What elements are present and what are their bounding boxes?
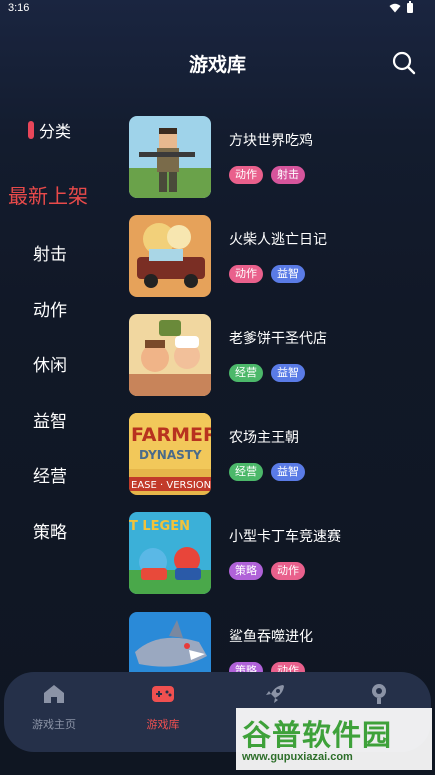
- game-thumbnail[interactable]: T LEGEN: [129, 512, 211, 594]
- game-tags: 经营 益智: [229, 463, 305, 481]
- sidebar-item-strategy[interactable]: 策略: [0, 518, 100, 543]
- game-tag: 策略: [229, 562, 263, 580]
- game-item[interactable]: 老爹饼干圣代店 经营 益智: [129, 314, 419, 396]
- sidebar-item-puzzle[interactable]: 益智: [0, 407, 100, 432]
- game-thumbnail[interactable]: [129, 116, 211, 198]
- game-tag: 动作: [229, 166, 263, 184]
- game-name: 鲨鱼吞噬进化: [229, 629, 313, 645]
- watermark-title: 谷普软件园: [242, 718, 393, 752]
- category-header: 分类: [28, 118, 71, 142]
- watermark: 谷普软件园 www.gupuxiazai.com: [236, 708, 432, 770]
- sidebar-item-management[interactable]: 经营: [0, 462, 100, 487]
- game-thumbnail[interactable]: [129, 314, 211, 396]
- game-item[interactable]: T LEGEN 小型卡丁车竞速赛 策略 动作: [129, 512, 419, 594]
- nav-library[interactable]: 游戏库: [118, 682, 208, 732]
- home-icon: [44, 685, 64, 703]
- game-thumbnail[interactable]: [129, 215, 211, 297]
- search-icon[interactable]: [391, 50, 417, 76]
- farmer-title-text: FARMER: [131, 424, 211, 446]
- game-tag: 经营: [229, 364, 263, 382]
- game-tags: 动作 益智: [229, 265, 305, 283]
- game-item[interactable]: 方块世界吃鸡 动作 射击: [129, 116, 419, 198]
- sidebar-item-casual[interactable]: 休闲: [0, 351, 100, 376]
- category-header-label: 分类: [39, 122, 72, 141]
- nav-library-label: 游戏库: [146, 718, 180, 731]
- game-tags: 策略 动作: [229, 562, 305, 580]
- category-marker: [28, 121, 34, 139]
- game-tag: 动作: [229, 265, 263, 283]
- game-tag: 动作: [271, 562, 305, 580]
- watermark-url: www.gupuxiazai.com: [242, 751, 353, 763]
- farmer-subtitle-text: DYNASTY: [139, 448, 202, 462]
- status-time: 3:16: [8, 2, 30, 14]
- sidebar-item-shooting[interactable]: 射击: [0, 240, 100, 265]
- game-item[interactable]: 火柴人逃亡日记 动作 益智: [129, 215, 419, 297]
- game-tags: 经营 益智: [229, 364, 305, 382]
- kart-title-text: T LEGEN: [129, 519, 190, 534]
- battery-icon: [407, 1, 413, 13]
- rocket-icon: [266, 685, 284, 703]
- game-name: 火柴人逃亡日记: [229, 232, 327, 248]
- game-tag: 益智: [271, 265, 305, 283]
- profile-icon: [372, 684, 386, 704]
- game-library-screen: 3:16 游戏库 分类 最新上架 射击 动作 休闲 益智 经营 策略 方块世界吃…: [0, 0, 435, 775]
- game-name: 农场主王朝: [229, 430, 299, 446]
- gamepad-icon: [152, 686, 174, 702]
- page-title: 游戏库: [188, 54, 246, 76]
- sidebar-item-action[interactable]: 动作: [0, 296, 100, 321]
- game-tags: 动作 射击: [229, 166, 305, 184]
- game-name: 老爹饼干圣代店: [229, 331, 327, 347]
- game-thumbnail[interactable]: FARMER DYNASTY EASE · VERSION: [129, 413, 211, 495]
- status-bar: 3:16: [0, 0, 435, 20]
- game-tag: 射击: [271, 166, 305, 184]
- wifi-icon: [389, 3, 401, 13]
- game-tag: 经营: [229, 463, 263, 481]
- game-tag: 益智: [271, 364, 305, 382]
- sidebar-item-latest[interactable]: 最新上架: [8, 180, 108, 209]
- status-icons: [389, 1, 413, 13]
- nav-home[interactable]: 游戏主页: [9, 682, 99, 732]
- farmer-banner-text: EASE · VERSION: [131, 480, 211, 491]
- game-tag: 益智: [271, 463, 305, 481]
- nav-home-label: 游戏主页: [32, 718, 76, 731]
- game-name: 方块世界吃鸡: [229, 133, 313, 149]
- game-name: 小型卡丁车竞速赛: [229, 529, 341, 545]
- game-item[interactable]: FARMER DYNASTY EASE · VERSION 农场主王朝 经营 益…: [129, 413, 419, 495]
